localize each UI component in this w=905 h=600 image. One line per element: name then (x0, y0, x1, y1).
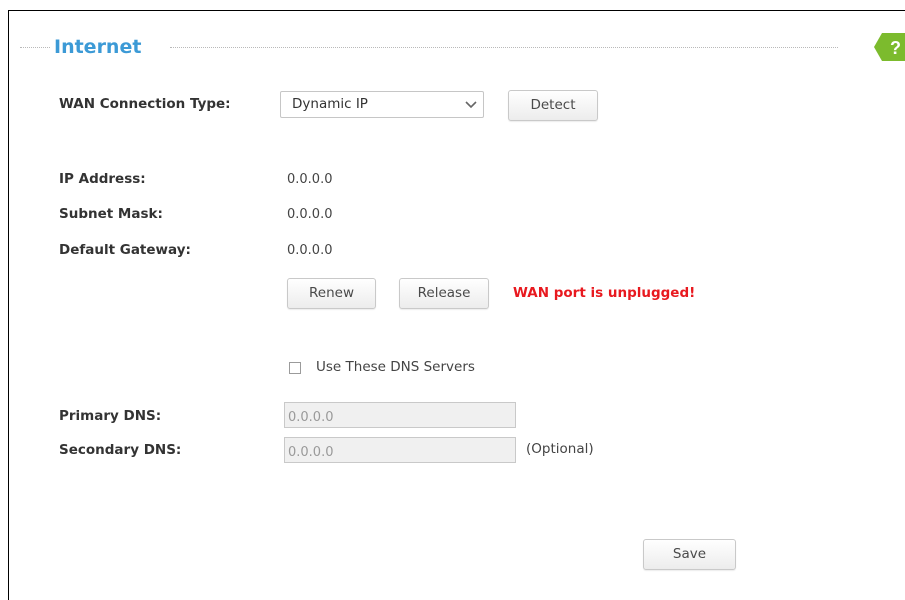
ip-address-value: 0.0.0.0 (287, 172, 333, 187)
primary-dns-input[interactable] (284, 402, 516, 428)
optional-note: (Optional) (526, 441, 594, 457)
wan-warning-message: WAN port is unplugged! (513, 285, 696, 301)
use-dns-checkbox[interactable] (289, 362, 301, 374)
secondary-dns-input[interactable] (284, 437, 516, 463)
wan-type-select[interactable]: Dynamic IP (280, 91, 484, 118)
svg-text:?: ? (890, 38, 901, 58)
section-header: Internet (20, 36, 838, 60)
release-button[interactable]: Release (399, 278, 489, 309)
subnet-mask-value: 0.0.0.0 (287, 207, 333, 222)
chevron-down-icon (461, 94, 481, 115)
detect-button[interactable]: Detect (508, 90, 598, 121)
secondary-dns-label: Secondary DNS: (59, 442, 182, 458)
header-divider-right (170, 47, 838, 48)
primary-dns-label: Primary DNS: (59, 408, 162, 424)
use-dns-label: Use These DNS Servers (316, 359, 475, 375)
subnet-mask-label: Subnet Mask: (59, 206, 163, 222)
wan-type-selected-value: Dynamic IP (292, 96, 368, 112)
page-title: Internet (54, 36, 142, 58)
renew-button[interactable]: Renew (287, 278, 376, 309)
default-gateway-label: Default Gateway: (59, 242, 191, 258)
save-button[interactable]: Save (643, 539, 736, 570)
default-gateway-value: 0.0.0.0 (287, 243, 333, 258)
header-divider-left (20, 47, 50, 48)
ip-address-label: IP Address: (59, 171, 146, 187)
wan-type-label: WAN Connection Type: (59, 96, 231, 112)
help-icon[interactable]: ? (874, 33, 905, 61)
